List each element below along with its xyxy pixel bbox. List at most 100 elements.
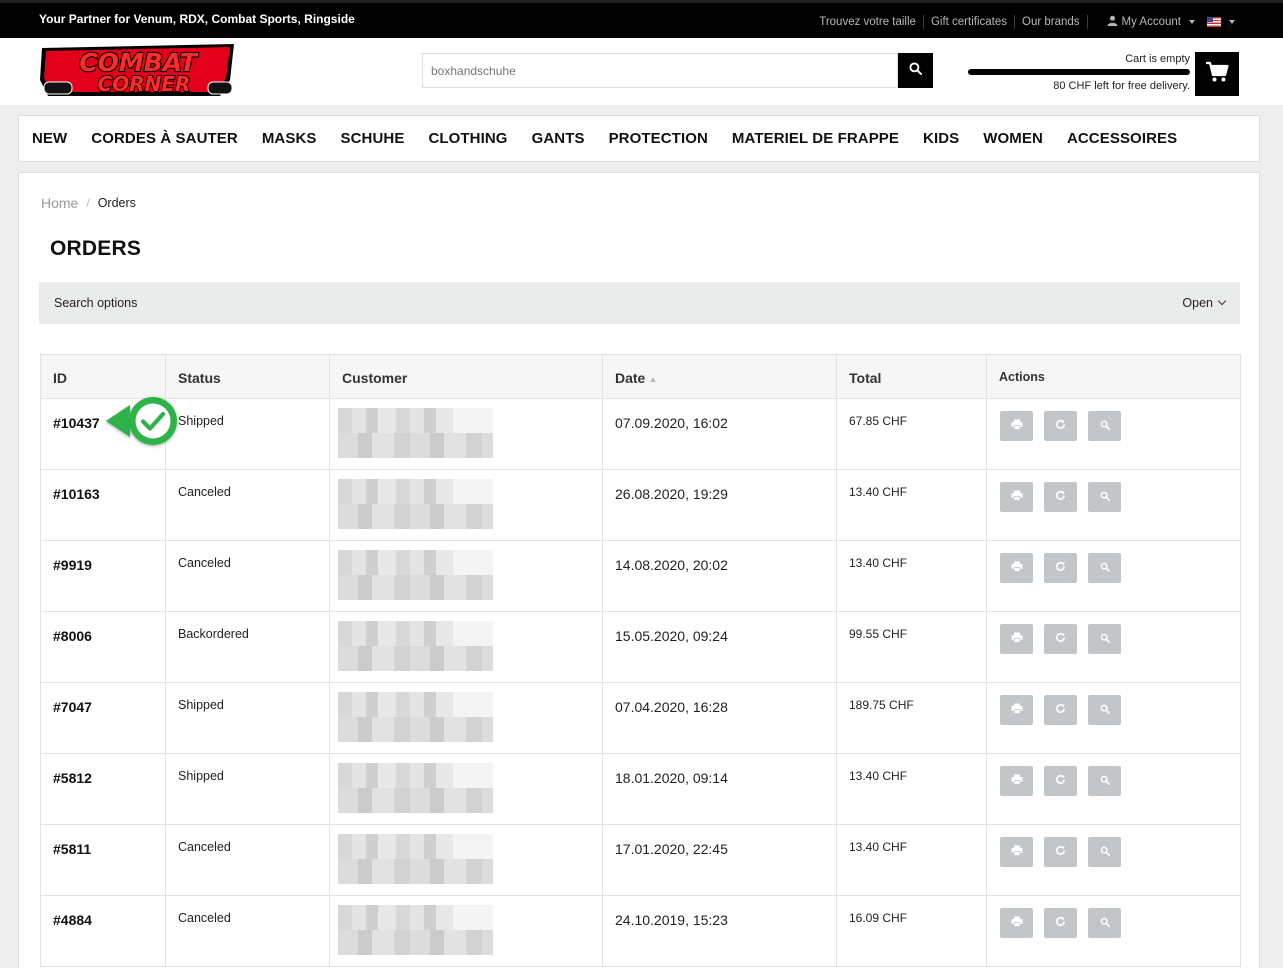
- order-status: Canceled: [165, 824, 330, 896]
- order-id[interactable]: #5811: [40, 824, 166, 896]
- column-header-id[interactable]: ID: [40, 354, 166, 399]
- view-order-button[interactable]: [1088, 482, 1121, 512]
- view-order-button[interactable]: [1088, 695, 1121, 725]
- order-id-link[interactable]: #9919: [53, 557, 92, 573]
- search-options-toggle[interactable]: Open: [1182, 296, 1227, 310]
- divider: [922, 15, 924, 29]
- order-id[interactable]: #9919: [40, 540, 166, 612]
- print-invoice-button[interactable]: [1000, 837, 1033, 867]
- reorder-button[interactable]: [1044, 695, 1077, 725]
- column-header-date[interactable]: Date: [602, 354, 837, 399]
- order-id-link[interactable]: #8006: [53, 628, 92, 644]
- reorder-button[interactable]: [1044, 837, 1077, 867]
- reorder-icon: [1055, 914, 1066, 932]
- view-order-button[interactable]: [1088, 553, 1121, 583]
- language-selector[interactable]: [1207, 17, 1235, 27]
- link-gift-certificates[interactable]: Gift certificates: [931, 16, 1007, 28]
- free-delivery-progress: [968, 69, 1190, 75]
- nav-item-clothing[interactable]: CLOTHING: [428, 130, 507, 147]
- view-icon: [1100, 914, 1110, 932]
- column-header-customer[interactable]: Customer: [329, 354, 603, 399]
- chevron-down-icon: [1229, 20, 1235, 24]
- reorder-button[interactable]: [1044, 482, 1077, 512]
- reorder-button[interactable]: [1044, 766, 1077, 796]
- column-header-date-label: Date: [615, 370, 646, 386]
- order-id[interactable]: #5812: [40, 753, 166, 825]
- search-options-panel[interactable]: Search options Open: [39, 282, 1240, 324]
- search-icon: [909, 61, 923, 80]
- us-flag-icon: [1207, 17, 1221, 27]
- table-row: #10437 Shipped 07.09.2020, 16:02 67.85 CHF: [40, 398, 1241, 470]
- reorder-button[interactable]: [1044, 624, 1077, 654]
- nav-item-women[interactable]: WOMEN: [983, 130, 1043, 147]
- divider: [1086, 15, 1088, 29]
- check-icon: [103, 393, 181, 451]
- nav-item-masks[interactable]: MASKS: [262, 130, 317, 147]
- search-button[interactable]: [898, 53, 933, 88]
- breadcrumb-home[interactable]: Home: [41, 195, 78, 211]
- nav-item-protection[interactable]: PROTECTION: [609, 130, 708, 147]
- divider: [1014, 15, 1016, 29]
- order-id[interactable]: #10163: [40, 469, 166, 541]
- print-invoice-button[interactable]: [1000, 411, 1033, 441]
- view-order-button[interactable]: [1088, 908, 1121, 938]
- nav-item-gloves[interactable]: GANTS: [532, 130, 585, 147]
- view-order-button[interactable]: [1088, 624, 1121, 654]
- view-order-button[interactable]: [1088, 837, 1121, 867]
- order-id-link[interactable]: #5812: [53, 770, 92, 786]
- cart-summary[interactable]: Cart is empty 80 CHF left for free deliv…: [968, 51, 1190, 97]
- order-id-link[interactable]: #7047: [53, 699, 92, 715]
- view-icon: [1100, 701, 1110, 719]
- chevron-down-icon: [1189, 20, 1195, 24]
- search-input[interactable]: [423, 54, 897, 87]
- table-row: #7047 Shipped 07.04.2020, 16:28 189.75 CHF: [40, 682, 1241, 754]
- order-id[interactable]: #7047: [40, 682, 166, 754]
- order-id-link[interactable]: #5811: [53, 841, 91, 857]
- nav-item-shoes[interactable]: SCHUHE: [340, 130, 404, 147]
- print-icon: [1011, 843, 1023, 861]
- nav-item-accessories[interactable]: ACCESSOIRES: [1067, 130, 1177, 147]
- print-invoice-button[interactable]: [1000, 624, 1033, 654]
- search-options-toggle-label: Open: [1182, 296, 1213, 310]
- link-size-guide[interactable]: Trouvez votre taille: [819, 16, 916, 28]
- reorder-button[interactable]: [1044, 553, 1077, 583]
- reorder-icon: [1055, 488, 1066, 506]
- nav-item-striking-equipment[interactable]: MATERIEL DE FRAPPE: [732, 130, 899, 147]
- link-our-brands[interactable]: Our brands: [1022, 16, 1080, 28]
- order-id[interactable]: #4884: [40, 895, 166, 967]
- reorder-button[interactable]: [1044, 411, 1077, 441]
- column-header-total[interactable]: Total: [836, 354, 987, 399]
- view-order-button[interactable]: [1088, 766, 1121, 796]
- combat-corner-logo[interactable]: COMBAT COMBAT CORNER CORNER: [38, 42, 238, 98]
- order-id[interactable]: #8006: [40, 611, 166, 683]
- print-invoice-button[interactable]: [1000, 482, 1033, 512]
- user-icon: [1107, 15, 1118, 29]
- cart-button[interactable]: [1195, 52, 1239, 96]
- reorder-icon: [1055, 417, 1066, 435]
- nav-item-kids[interactable]: KIDS: [923, 130, 959, 147]
- order-id-link[interactable]: #10163: [53, 486, 100, 502]
- top-links: Trouvez votre taille Gift certificates O…: [819, 12, 1283, 32]
- customer-name-redacted: [338, 834, 493, 884]
- print-invoice-button[interactable]: [1000, 695, 1033, 725]
- view-order-button[interactable]: [1088, 411, 1121, 441]
- my-account-menu[interactable]: My Account: [1107, 15, 1195, 29]
- print-invoice-button[interactable]: [1000, 553, 1033, 583]
- order-customer: [329, 753, 603, 825]
- main-nav: NEW CORDES À SAUTER MASKS SCHUHE CLOTHIN…: [18, 115, 1260, 162]
- customer-name-redacted: [338, 621, 493, 671]
- table-row: #4884 Canceled 24.10.2019, 15:23 16.09 CHF: [40, 895, 1241, 967]
- print-invoice-button[interactable]: [1000, 766, 1033, 796]
- nav-item-new[interactable]: NEW: [32, 130, 67, 147]
- column-header-status[interactable]: Status: [165, 354, 330, 399]
- order-id-link[interactable]: #4884: [53, 912, 92, 928]
- print-icon: [1011, 772, 1023, 790]
- customer-name-redacted: [338, 550, 493, 600]
- nav-item-jump-ropes[interactable]: CORDES À SAUTER: [91, 130, 238, 147]
- order-customer: [329, 682, 603, 754]
- print-invoice-button[interactable]: [1000, 908, 1033, 938]
- reorder-button[interactable]: [1044, 908, 1077, 938]
- customer-name-redacted: [338, 905, 493, 955]
- order-id-link[interactable]: #10437: [53, 415, 100, 431]
- view-icon: [1100, 843, 1110, 861]
